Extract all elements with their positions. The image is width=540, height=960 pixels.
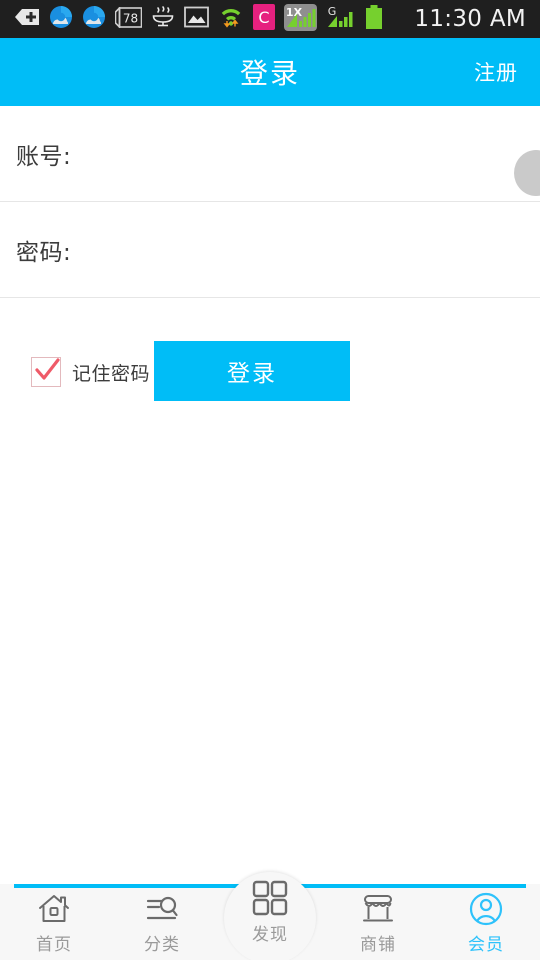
remember-password-label: 记住密码 (72, 362, 151, 385)
login-screen: 78 C 1X G 11:30 AM 登录 注册 账号: 密码: 记住密码 登录… (0, 0, 540, 960)
hot-drink-icon (151, 5, 175, 33)
back-plus-icon (14, 6, 40, 32)
signal-g-icon: G (326, 4, 356, 34)
login-form: 账号: 密码: (0, 106, 540, 298)
bottom-navigation: 首页 分类 发现 商铺 会员 (0, 872, 540, 960)
login-button[interactable]: 登录 (154, 341, 350, 401)
image-icon (184, 6, 209, 32)
page-title: 登录 (239, 57, 300, 90)
account-label: 账号: (16, 143, 72, 170)
app-header: 登录 注册 (0, 38, 540, 106)
password-field-row[interactable]: 密码: (0, 202, 540, 298)
signal-1x-icon: 1X (284, 3, 317, 35)
login-options-row: 记住密码 登录 (0, 341, 540, 403)
storefront-icon (361, 893, 395, 925)
nav-label-category: 分类 (144, 935, 180, 955)
remember-password-group[interactable]: 记住密码 (31, 357, 150, 387)
svg-text:C: C (258, 8, 269, 27)
password-input[interactable] (77, 229, 524, 270)
check-icon (35, 358, 60, 380)
remember-password-checkbox[interactable] (31, 357, 61, 387)
user-circle-icon (469, 892, 503, 926)
app-c-icon: C (253, 4, 275, 34)
svg-text:G: G (328, 5, 337, 18)
svg-text:78: 78 (123, 11, 138, 25)
counter-badge-icon: 78 (114, 5, 143, 32)
wifi-icon (218, 5, 244, 33)
nav-label-member: 会员 (468, 935, 504, 955)
nav-item-member[interactable]: 会员 (432, 888, 540, 960)
nav-label-home: 首页 (36, 935, 72, 955)
grid-squares-icon (252, 880, 288, 915)
password-label: 密码: (16, 239, 72, 266)
discover-bubble[interactable]: 发现 (224, 872, 316, 960)
account-field-row[interactable]: 账号: (0, 106, 540, 202)
category-search-icon (144, 893, 180, 925)
nav-label-discover: 发现 (252, 924, 288, 945)
battery-icon (365, 4, 383, 34)
nav-item-category[interactable]: 分类 (108, 888, 216, 960)
nav-item-list: 首页 分类 发现 商铺 会员 (0, 872, 540, 960)
register-link[interactable]: 注册 (474, 57, 518, 87)
nav-item-shop[interactable]: 商铺 (324, 888, 432, 960)
home-icon (37, 893, 71, 925)
svg-text:1X: 1X (286, 6, 303, 19)
status-bar-clock: 11:30 AM (414, 6, 526, 32)
nav-item-discover[interactable]: 发现 (216, 872, 324, 960)
cloud-sync-icon-1 (49, 5, 73, 33)
status-bar: 78 C 1X G 11:30 AM (0, 0, 540, 38)
status-bar-icons: 78 C 1X G (14, 3, 414, 35)
nav-label-shop: 商铺 (360, 935, 396, 955)
cloud-sync-icon-2 (82, 5, 106, 33)
account-input[interactable] (77, 133, 524, 174)
nav-item-home[interactable]: 首页 (0, 888, 108, 960)
